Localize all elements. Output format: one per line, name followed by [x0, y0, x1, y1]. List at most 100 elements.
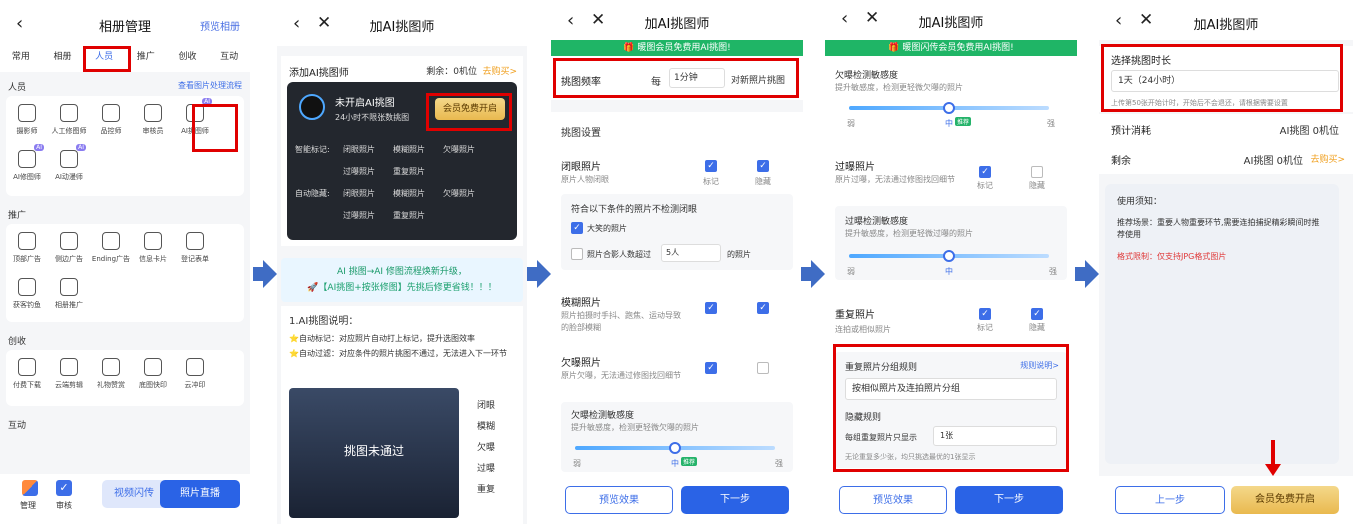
- hide-opt: 过曝照片: [343, 211, 375, 220]
- grid-item-cloud-print[interactable]: 云冲印: [174, 350, 216, 396]
- hide-opt: 欠曝照片: [443, 189, 475, 198]
- slider-strong: 强: [775, 459, 783, 468]
- laugh-checkbox[interactable]: ✓: [571, 222, 583, 234]
- dup-mark-checkbox[interactable]: ✓: [979, 308, 991, 320]
- mark-opt: 欠曝照片: [443, 145, 475, 154]
- cloud-print-icon: [186, 358, 204, 376]
- sens-sub: 提升敏感度，检测更轻微过曝的照片: [845, 229, 973, 238]
- auto-hide-label: 自动隐藏:: [295, 189, 330, 198]
- grid-item-register-form[interactable]: 登记表单: [174, 224, 216, 270]
- grid-label: 付费下载: [13, 381, 41, 389]
- grid-item-reviewer[interactable]: 审核员: [132, 96, 174, 142]
- photo-label: 挑图未通过: [343, 444, 404, 458]
- grid-item-top-ad[interactable]: 顶部广告: [6, 224, 48, 270]
- bottom-bar: 预览效果 下一步: [551, 476, 803, 524]
- promo-line-1: AI 挑图→AI 修图流程焕新升级，: [337, 267, 467, 277]
- grid-item-quick-print[interactable]: 底图快印: [132, 350, 174, 396]
- tab-promo[interactable]: 推广: [137, 46, 155, 72]
- grid-item-side-ad[interactable]: 侧边广告: [48, 224, 90, 270]
- side-ad-icon: [60, 232, 78, 250]
- over-mark-checkbox[interactable]: ✓: [979, 166, 991, 178]
- grid-item-photographer[interactable]: 摄影师: [6, 96, 48, 142]
- page-title: 加AI挑图师: [369, 20, 435, 35]
- grid-item-album-promo[interactable]: 相册推广: [48, 270, 90, 316]
- ai-retouch-icon: [18, 150, 36, 168]
- under-sensitivity: 欠曝检测敏感度 提升敏感度，检测更轻微欠曝的照片 弱 中 推荐 强: [561, 402, 793, 472]
- tab-common[interactable]: 常用: [12, 46, 30, 72]
- grid-item-info-card[interactable]: 信息卡片: [132, 224, 174, 270]
- over-slider-knob[interactable]: [943, 250, 955, 262]
- audit-icon[interactable]: ✓: [56, 480, 72, 496]
- over-hide-checkbox[interactable]: [1031, 166, 1043, 178]
- process-flow-link[interactable]: 查看图片处理流程: [178, 80, 242, 91]
- header: ‹ ✕ 加AI挑图师: [551, 0, 803, 40]
- revenue-grid: 付费下载 云端剪辑 礼物赞赏 底图快印 云冲印: [6, 350, 244, 406]
- group-select[interactable]: 5人: [661, 244, 721, 262]
- tab-interact[interactable]: 互动: [220, 46, 238, 72]
- form-icon: [186, 232, 204, 250]
- desc-title: 1.AI挑图说明：: [289, 316, 359, 327]
- panel-picker-settings: ‹ ✕ 加AI挑图师 🎁 暖图会员免费用AI挑图! 挑图频率 每 1分钟 对新照…: [551, 0, 803, 524]
- closed-eye-hide-checkbox[interactable]: ✓: [757, 160, 769, 172]
- under-hide-checkbox[interactable]: [757, 362, 769, 374]
- retouch-icon: [60, 104, 78, 122]
- remain-row: 剩余 AI挑图 0机位 去购买>: [1099, 144, 1353, 174]
- grid-item-lead-fishing[interactable]: 获客钓鱼: [6, 270, 48, 316]
- grid-item-ai-retoucher[interactable]: AI修图师 AI: [6, 142, 48, 188]
- page-title: 加AI挑图师: [644, 17, 710, 32]
- tab-revenue[interactable]: 创收: [178, 46, 196, 72]
- panel-picker-duration: ‹ ✕ 加AI挑图师 选择挑图时长 1天（24小时） 上传第50张开始计时，开始…: [1099, 0, 1353, 524]
- preview-album-link[interactable]: 预览相册: [200, 18, 240, 33]
- slider-weak: 弱: [573, 459, 581, 468]
- photo-live-button[interactable]: 照片直播: [160, 480, 240, 508]
- next-button[interactable]: 下一步: [681, 486, 789, 514]
- ai-status-sub: 24小时不限张数挑图: [335, 113, 410, 122]
- video-transfer-button[interactable]: 视频闪传: [102, 480, 166, 508]
- header: ‹ 相册管理 预览相册: [0, 0, 250, 46]
- blur-hide-checkbox[interactable]: ✓: [757, 302, 769, 314]
- promo-line-2: 🚀【AI挑图+按张修图】先挑后修更省钱！！！: [307, 283, 497, 293]
- page-title: 加AI挑图师: [918, 16, 984, 31]
- prev-button[interactable]: 上一步: [1115, 486, 1225, 514]
- blur-mark-checkbox[interactable]: ✓: [705, 302, 717, 314]
- member-free-enable-button[interactable]: 会员免费开启: [1231, 486, 1339, 514]
- group-checkbox[interactable]: [571, 248, 583, 260]
- next-button[interactable]: 下一步: [955, 486, 1063, 514]
- under-slider-knob[interactable]: [943, 102, 955, 114]
- mark-opt: 过曝照片: [343, 167, 375, 176]
- settings-title: 挑图设置: [561, 128, 601, 139]
- highlight-tab-people: [83, 46, 131, 72]
- tab-album[interactable]: 相册: [53, 46, 71, 72]
- notice-title: 使用须知：: [1117, 197, 1163, 207]
- preview-button[interactable]: 预览效果: [839, 486, 947, 514]
- ai-badge: AI: [34, 144, 44, 151]
- manage-icon[interactable]: [22, 480, 38, 496]
- buy-link[interactable]: 去购买>: [1310, 152, 1345, 165]
- grid-item-ai-anime[interactable]: AI动漫师 AI: [48, 142, 90, 188]
- section-title: 人员: [8, 83, 27, 93]
- grid-item-paid-download[interactable]: 付费下载: [6, 350, 48, 396]
- slider-knob[interactable]: [669, 442, 681, 454]
- side-tag: 模糊: [477, 422, 496, 432]
- grid-item-gift[interactable]: 礼物赞赏: [90, 350, 132, 396]
- grid-item-ending-ad[interactable]: Ending广告: [90, 224, 132, 270]
- buy-link[interactable]: 去购买>: [482, 64, 517, 77]
- grid-item-retoucher[interactable]: 人工修图师: [48, 96, 90, 142]
- preview-button[interactable]: 预览效果: [565, 486, 673, 514]
- hide-opt: 闭眼照片: [343, 189, 375, 198]
- closed-eye-mark-checkbox[interactable]: ✓: [705, 160, 717, 172]
- mark-label: 标记: [977, 323, 993, 332]
- group-label: 照片合影人数超过: [587, 250, 651, 259]
- cost-row: 预计消耗 AI挑图 0机位: [1099, 114, 1353, 144]
- cond-title: 符合以下条件的照片不检测闭眼: [571, 205, 698, 215]
- grid-item-cloud-edit[interactable]: 云端剪辑: [48, 350, 90, 396]
- mark-label: 标记: [977, 181, 993, 190]
- mark-opt: 模糊照片: [393, 145, 425, 154]
- grid-item-qc[interactable]: 品控师: [90, 96, 132, 142]
- dup-hide-checkbox[interactable]: ✓: [1031, 308, 1043, 320]
- highlight-dup-rules: [833, 344, 1069, 472]
- under-mark-checkbox[interactable]: ✓: [705, 362, 717, 374]
- member-banner: 🎁 暖图闪传会员免费用AI挑图!: [825, 40, 1077, 56]
- cost-value: AI挑图 0机位: [1279, 126, 1339, 137]
- add-picker-card: 添加AI挑图师 剩余：0机位 去购买> 未开启AI挑图 24小时不限张数挑图 会…: [281, 56, 523, 246]
